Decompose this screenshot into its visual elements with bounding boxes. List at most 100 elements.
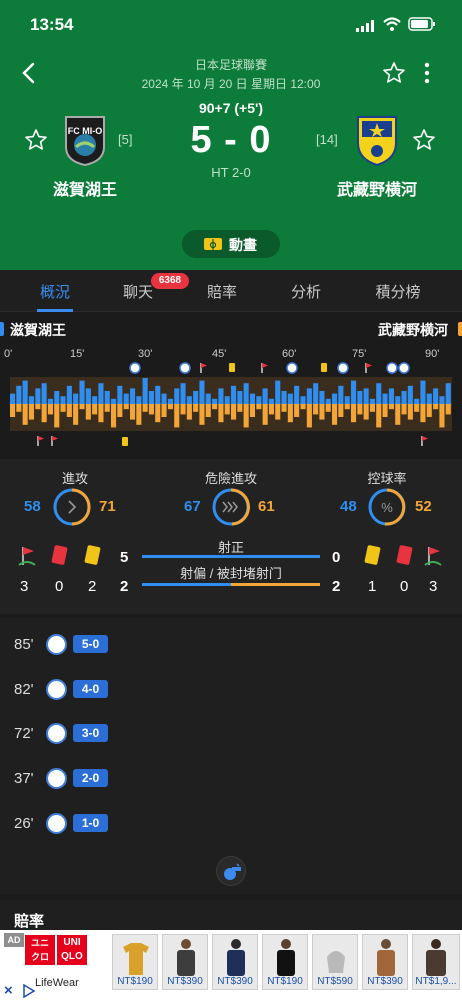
goal-event-row[interactable]: 37' 2-0 bbox=[0, 766, 300, 792]
animation-button[interactable]: 動畫 bbox=[182, 230, 280, 258]
away-momentum-bar bbox=[161, 404, 167, 417]
goal-event-row[interactable]: 72' 3-0 bbox=[0, 721, 300, 747]
soccer-ball-icon bbox=[46, 634, 67, 655]
ad-product-image[interactable]: NT$390 bbox=[362, 934, 408, 990]
danger-gauge bbox=[212, 488, 250, 526]
tab-overview[interactable]: 概況 bbox=[15, 281, 95, 302]
home-momentum-bar bbox=[111, 398, 117, 404]
attack-home-value: 58 bbox=[24, 498, 41, 515]
away-momentum-bar bbox=[212, 404, 218, 410]
possession-gauge: % bbox=[368, 488, 406, 526]
ad-product-price: NT$390 bbox=[167, 976, 203, 987]
home-momentum-bar bbox=[142, 378, 148, 404]
event-corner-icon bbox=[37, 436, 44, 446]
ad-product-image[interactable]: NT$390 bbox=[212, 934, 258, 990]
home-momentum-bar bbox=[123, 393, 129, 404]
goal-event-row[interactable]: 82' 4-0 bbox=[0, 677, 300, 703]
tab-analysis[interactable]: 分析 bbox=[266, 281, 346, 302]
home-momentum-bar bbox=[218, 388, 224, 404]
home-momentum-bar bbox=[73, 393, 79, 404]
away-follow-star-icon[interactable] bbox=[412, 128, 436, 152]
event-corner-icon bbox=[200, 363, 207, 373]
away-momentum-bar bbox=[111, 404, 117, 428]
away-momentum-bar bbox=[174, 404, 180, 428]
ad-banner[interactable]: AD ユニ クロ UNI QLO LifeWear × NT$190 NT$390 … bbox=[0, 930, 462, 1000]
away-momentum-bar bbox=[294, 404, 300, 417]
away-momentum-bar bbox=[155, 404, 161, 423]
event-corner-icon bbox=[421, 436, 428, 446]
signal-icon bbox=[356, 19, 376, 32]
momentum-chart bbox=[10, 362, 452, 446]
home-momentum-bar bbox=[47, 398, 53, 404]
possession-label: 控球率 bbox=[367, 471, 407, 486]
away-team-name[interactable]: 武藏野横河 bbox=[330, 176, 424, 200]
ad-choices-icon[interactable] bbox=[22, 984, 36, 998]
goal-score-badge: 4-0 bbox=[73, 680, 108, 698]
goal-event-row[interactable]: 85' 5-0 bbox=[0, 632, 300, 658]
uniqlo-logo-text-bottom: QLO bbox=[61, 951, 83, 962]
away-momentum-bar bbox=[420, 404, 426, 423]
home-momentum-bar bbox=[243, 383, 249, 404]
ad-product-image[interactable]: NT$590 bbox=[312, 934, 358, 990]
goal-event-row[interactable]: 26' 1-0 bbox=[0, 811, 300, 837]
ad-product-image[interactable]: NT$390 bbox=[162, 934, 208, 990]
ad-product-image[interactable]: NT$190 bbox=[112, 934, 158, 990]
away-momentum-bar bbox=[199, 404, 205, 425]
goal-score-badge: 5-0 bbox=[73, 635, 108, 653]
tick-label: 30' bbox=[138, 348, 153, 360]
home-momentum-bar bbox=[117, 385, 123, 404]
home-momentum-bar bbox=[186, 396, 192, 404]
away-momentum-bar bbox=[363, 404, 369, 420]
home-momentum-bar bbox=[231, 385, 237, 404]
away-red-card-icon bbox=[396, 544, 413, 566]
away-yellow-count: 1 bbox=[368, 578, 377, 595]
tab-standings[interactable]: 積分榜 bbox=[358, 281, 438, 302]
away-momentum-bar bbox=[439, 404, 445, 428]
tab-odds[interactable]: 賠率 bbox=[182, 281, 262, 302]
ad-product-image[interactable]: NT$190 bbox=[262, 934, 308, 990]
soccer-ball-icon bbox=[46, 768, 67, 789]
home-red-count: 0 bbox=[55, 578, 64, 595]
more-menu-icon[interactable] bbox=[420, 61, 434, 85]
away-momentum-bar bbox=[180, 404, 186, 415]
home-momentum-bar bbox=[180, 383, 186, 404]
event-corner-icon bbox=[261, 363, 268, 373]
ad-product-image[interactable]: NT$1,9... bbox=[412, 934, 460, 990]
home-momentum-bar bbox=[199, 380, 205, 404]
home-momentum-bar bbox=[212, 398, 218, 404]
away-momentum-bar bbox=[136, 404, 142, 425]
away-momentum-bar bbox=[148, 404, 154, 415]
tick-label: 15' bbox=[70, 348, 85, 360]
event-goal-icon bbox=[286, 362, 298, 374]
home-momentum-bar bbox=[167, 398, 173, 404]
shots-off-home-value: 2 bbox=[120, 578, 129, 595]
home-momentum-bar bbox=[35, 388, 41, 404]
away-team-logo[interactable] bbox=[354, 113, 400, 167]
home-momentum-bar bbox=[313, 383, 319, 404]
shots-on-bar bbox=[142, 555, 320, 558]
away-momentum-bar bbox=[41, 404, 47, 423]
away-momentum-bar bbox=[167, 404, 173, 410]
away-momentum-bar bbox=[287, 404, 293, 423]
away-momentum-bar bbox=[60, 404, 66, 412]
possession-away-value: 52 bbox=[415, 498, 432, 515]
event-goal-icon bbox=[337, 362, 349, 374]
danger-attack-label: 危險進攻 bbox=[204, 471, 257, 486]
home-momentum-bar bbox=[41, 383, 47, 404]
soccer-ball-icon bbox=[46, 723, 67, 744]
home-momentum-bar bbox=[382, 393, 388, 404]
ad-close-icon[interactable]: × bbox=[4, 982, 13, 999]
favorite-star-icon[interactable] bbox=[382, 61, 406, 85]
away-momentum-bar bbox=[319, 404, 325, 420]
home-momentum-bar bbox=[300, 396, 306, 404]
home-momentum-bar bbox=[351, 380, 357, 404]
home-momentum-bar bbox=[224, 396, 230, 404]
home-momentum-bar bbox=[344, 396, 350, 404]
home-momentum-bar bbox=[205, 393, 211, 404]
timeline-home-label: 滋賀湖王 bbox=[10, 322, 66, 338]
event-yellow-card-icon bbox=[321, 363, 327, 372]
shots-off-away-bar bbox=[231, 583, 320, 586]
away-momentum-bar bbox=[231, 404, 237, 420]
ad-tag: AD bbox=[4, 933, 24, 947]
away-momentum-bar bbox=[407, 404, 413, 420]
